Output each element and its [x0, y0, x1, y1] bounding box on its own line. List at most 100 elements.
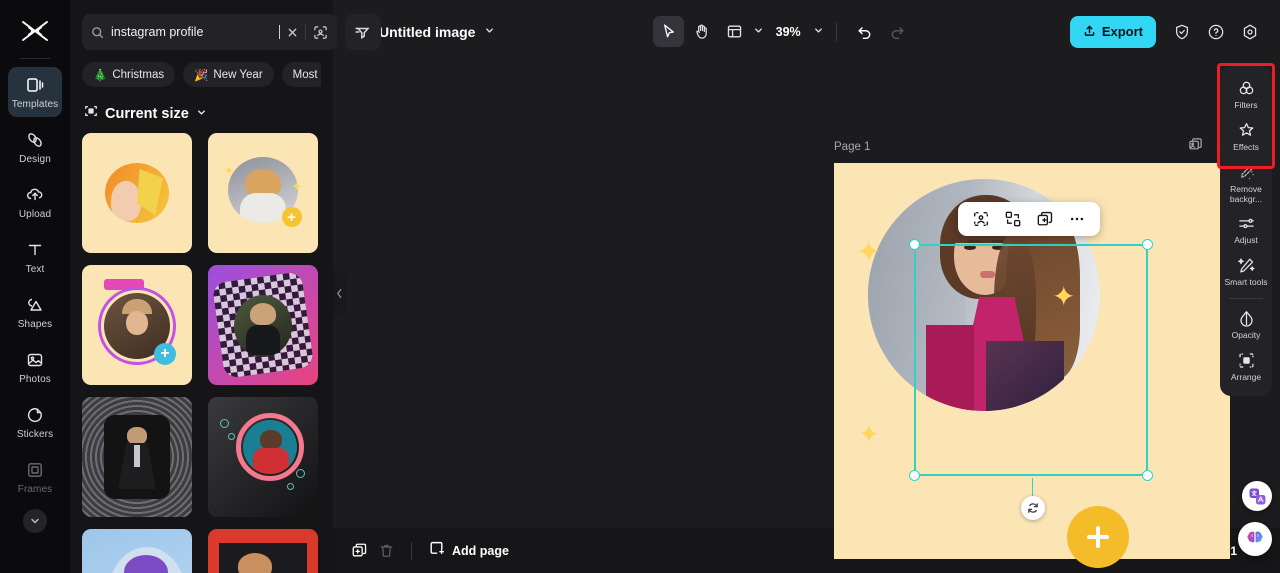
right-tool-panel: Filters Effects Remove backgr... Adjust … — [1220, 66, 1272, 397]
panel-collapse-handle[interactable] — [333, 271, 346, 316]
duplicate-page-icon[interactable] — [1188, 137, 1203, 157]
filter-button[interactable] — [345, 14, 381, 50]
sidebar-item-shapes[interactable]: Shapes — [8, 287, 62, 337]
sidebar-item-frames[interactable]: Frames — [8, 452, 62, 502]
right-item-remove-background[interactable]: Remove backgr... — [1222, 158, 1270, 209]
chevron-down-icon[interactable] — [753, 23, 764, 41]
account-tools: Export — [1069, 15, 1266, 48]
search-input[interactable] — [111, 25, 272, 39]
sidebar-item-stickers[interactable]: Stickers — [8, 397, 62, 447]
export-button[interactable]: Export — [1069, 15, 1156, 48]
translate-fab[interactable] — [1242, 481, 1272, 511]
sidebar-item-photos[interactable]: Photos — [8, 342, 62, 392]
export-label: Export — [1101, 24, 1143, 39]
template-card[interactable]: + — [82, 265, 192, 385]
add-page-button[interactable]: Add page — [428, 540, 509, 562]
resize-handle-tl[interactable] — [909, 239, 920, 250]
right-item-label: Filters — [1234, 100, 1258, 111]
add-badge-icon: + — [281, 207, 302, 227]
canvas-area[interactable]: Page 1 ✦ ✦ ✦ — [333, 63, 1280, 568]
party-popper-icon: 🎉 — [194, 69, 209, 82]
shield-icon[interactable] — [1167, 16, 1198, 47]
toolbar-divider — [835, 22, 837, 41]
right-item-label: Arrange — [1230, 372, 1262, 383]
search-row — [82, 14, 381, 50]
add-page-icon — [428, 540, 445, 562]
template-card[interactable] — [82, 133, 192, 253]
document-title-label: Untitled image — [379, 23, 476, 40]
image-search-icon[interactable] — [313, 25, 328, 40]
delete-page-button[interactable] — [378, 542, 395, 559]
select-tool[interactable] — [652, 16, 684, 47]
templates-panel: 🎄 Christmas 🎉 New Year Most Current s — [70, 0, 381, 573]
sidebar-item-label: Templates — [11, 98, 59, 110]
sidebar-item-design[interactable]: Design — [8, 122, 62, 172]
sidebar-item-text[interactable]: Text — [8, 232, 62, 282]
close-icon[interactable] — [287, 27, 298, 38]
chevron-down-icon[interactable] — [813, 23, 824, 41]
search-box[interactable] — [82, 14, 337, 50]
canvas-tools: 39% — [652, 16, 913, 47]
right-item-arrange[interactable]: Arrange — [1222, 346, 1270, 388]
panel-header: 🎄 Christmas 🎉 New Year Most Current s — [70, 0, 381, 133]
right-item-effects[interactable]: Effects — [1222, 116, 1270, 158]
right-item-adjust[interactable]: Adjust — [1222, 209, 1270, 251]
template-card[interactable] — [207, 265, 318, 385]
template-card[interactable]: ✦ ✦ + — [207, 133, 318, 253]
duplicate-page-button[interactable] — [351, 542, 368, 559]
template-card[interactable] — [82, 529, 192, 573]
capcut-editor: Templates Design Upload Text Shapes Phot… — [0, 0, 1280, 573]
chip-most[interactable]: Most — [281, 62, 321, 87]
settings-icon[interactable] — [1235, 16, 1266, 47]
add-badge-icon: + — [154, 343, 176, 365]
add-page-label: Add page — [452, 543, 509, 558]
resize-handle-br[interactable] — [1142, 470, 1153, 481]
sidebar-item-label: Photos — [19, 373, 51, 385]
add-photo-badge[interactable] — [1067, 506, 1129, 568]
right-item-label: Remove backgr... — [1229, 184, 1263, 204]
christmas-tree-icon: 🎄 — [93, 69, 108, 82]
star-decoration: ✦ — [856, 236, 882, 269]
undo-button[interactable] — [849, 16, 880, 47]
template-card[interactable] — [207, 529, 318, 573]
capcut-logo-icon[interactable] — [15, 14, 55, 48]
text-cursor — [279, 25, 280, 39]
chip-label: Christmas — [112, 68, 165, 81]
duplicate-icon[interactable] — [1032, 206, 1058, 232]
chip-christmas[interactable]: 🎄 Christmas — [82, 62, 176, 87]
sidebar-item-upload[interactable]: Upload — [8, 177, 62, 227]
category-chips: 🎄 Christmas 🎉 New Year Most — [82, 62, 321, 87]
right-item-opacity[interactable]: Opacity — [1222, 304, 1270, 346]
select-subject-icon[interactable] — [968, 206, 994, 232]
replace-icon[interactable] — [1000, 206, 1026, 232]
resize-handle-tr[interactable] — [1142, 239, 1153, 250]
template-card[interactable] — [82, 397, 192, 517]
chevron-down-icon[interactable] — [23, 509, 47, 533]
resize-handle-bl[interactable] — [909, 470, 920, 481]
search-divider — [305, 24, 306, 40]
more-horizontal-icon[interactable] — [1064, 206, 1090, 232]
help-icon[interactable] — [1201, 16, 1232, 47]
sidebar-item-templates[interactable]: Templates — [8, 67, 62, 117]
right-item-label: Effects — [1233, 142, 1259, 153]
zoom-level[interactable]: 39% — [772, 25, 805, 39]
selection-frame[interactable] — [909, 239, 1153, 520]
editor-main: Untitled image 39% Export Page 1 ✦ ✦ ✦ A… — [333, 0, 1280, 573]
sidebar-divider — [20, 58, 50, 59]
hand-tool[interactable] — [686, 16, 717, 47]
sidebar-item-label: Stickers — [16, 428, 54, 440]
layout-tool[interactable] — [719, 16, 750, 47]
ai-assistant-fab[interactable] — [1238, 522, 1272, 556]
template-card[interactable] — [207, 397, 318, 517]
right-item-label: Opacity — [1231, 330, 1261, 341]
page-header: Page 1 — [834, 137, 1230, 157]
current-size-selector[interactable]: Current size — [84, 104, 321, 123]
rotate-handle[interactable] — [1021, 496, 1045, 520]
chevron-down-icon[interactable] — [484, 23, 495, 41]
sidebar-item-label: Upload — [18, 208, 52, 220]
search-icon — [91, 26, 104, 39]
chip-new-year[interactable]: 🎉 New Year — [183, 62, 274, 87]
right-item-filters[interactable]: Filters — [1222, 74, 1270, 116]
right-item-smart-tools[interactable]: Smart tools — [1222, 251, 1270, 293]
redo-button[interactable] — [882, 16, 913, 47]
